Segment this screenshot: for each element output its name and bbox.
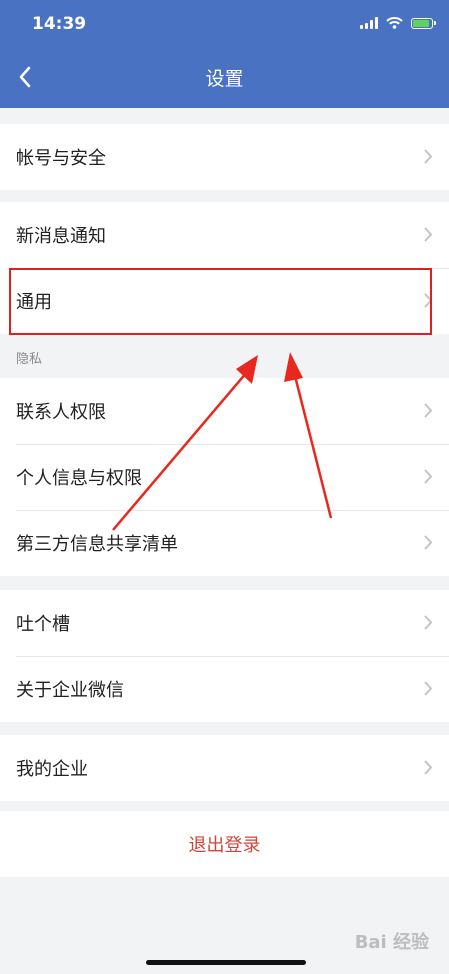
status-time: 14:39 <box>32 14 87 34</box>
section-label-privacy: 隐私 <box>16 352 43 367</box>
chevron-right-icon <box>424 615 433 630</box>
signal-icon <box>360 17 378 29</box>
chevron-right-icon <box>424 149 433 164</box>
chevron-right-icon <box>424 760 433 775</box>
chevron-right-icon <box>424 227 433 242</box>
chevron-right-icon <box>424 681 433 696</box>
group-notifications: 新消息通知 通用 <box>0 202 449 334</box>
settings-item-label: 个人信息与权限 <box>16 468 142 489</box>
chevron-right-icon <box>424 293 433 308</box>
group-privacy: 联系人权限 个人信息与权限 第三方信息共享清单 <box>0 378 449 576</box>
settings-item-label: 第三方信息共享清单 <box>16 534 178 555</box>
settings-item-third-party-sharing[interactable]: 第三方信息共享清单 <box>0 510 449 576</box>
settings-item-general[interactable]: 通用 <box>0 268 449 334</box>
settings-item-account-security[interactable]: 帐号与安全 <box>0 124 449 190</box>
chevron-right-icon <box>424 403 433 418</box>
wifi-icon <box>386 17 403 29</box>
settings-item-label: 联系人权限 <box>16 402 106 423</box>
settings-item-contact-permission[interactable]: 联系人权限 <box>0 378 449 444</box>
page-title: 设置 <box>205 68 244 90</box>
logout-button[interactable]: 退出登录 <box>0 811 449 877</box>
settings-item-label: 帐号与安全 <box>16 148 106 169</box>
settings-item-label: 通用 <box>16 292 52 313</box>
group-account: 帐号与安全 <box>0 124 449 190</box>
group-feedback: 吐个槽 关于企业微信 <box>0 590 449 722</box>
settings-item-new-message[interactable]: 新消息通知 <box>0 202 449 268</box>
chevron-right-icon <box>424 469 433 484</box>
settings-item-label: 吐个槽 <box>16 614 70 635</box>
watermark: Bai 经验 <box>354 932 429 953</box>
settings-item-label: 我的企业 <box>16 759 88 780</box>
status-icons <box>360 17 436 29</box>
settings-item-feedback[interactable]: 吐个槽 <box>0 590 449 656</box>
settings-item-my-enterprise[interactable]: 我的企业 <box>0 735 449 801</box>
settings-item-personal-info[interactable]: 个人信息与权限 <box>0 444 449 510</box>
settings-item-label: 关于企业微信 <box>16 680 124 701</box>
nav-header: 14:39 设置 <box>0 0 449 108</box>
settings-item-label: 新消息通知 <box>16 226 106 247</box>
chevron-right-icon <box>424 535 433 550</box>
battery-icon <box>411 17 436 29</box>
group-enterprise: 我的企业 <box>0 735 449 801</box>
settings-item-about[interactable]: 关于企业微信 <box>0 656 449 722</box>
home-indicator <box>146 960 306 965</box>
